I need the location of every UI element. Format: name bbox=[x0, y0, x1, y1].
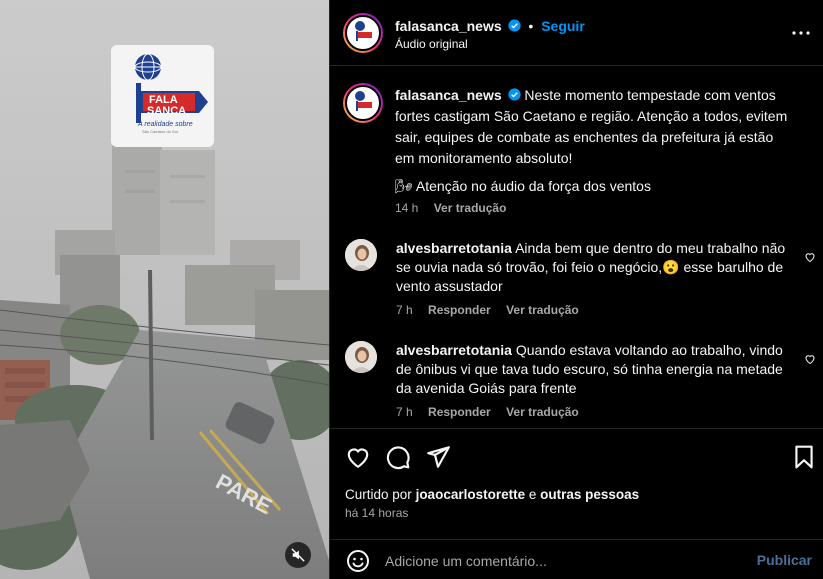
share-icon[interactable] bbox=[425, 444, 451, 470]
caption-translate-button[interactable]: Ver tradução bbox=[434, 201, 507, 215]
comment-text-block: alvesbarretotania Quando estava voltando… bbox=[396, 341, 786, 398]
comment-input[interactable] bbox=[385, 549, 745, 573]
commenter-username[interactable]: alvesbarretotania bbox=[396, 240, 512, 256]
more-options-icon bbox=[792, 31, 810, 35]
follow-button[interactable]: Seguir bbox=[541, 18, 585, 34]
likes-summary: Curtido por joaocarlostorette e outras p… bbox=[345, 487, 639, 502]
mute-toggle-button[interactable] bbox=[285, 542, 311, 568]
post-video[interactable]: PARE FALA SANCA A realidade sobre São Ca… bbox=[0, 0, 329, 579]
comment-icon[interactable] bbox=[385, 444, 411, 470]
svg-text:SANCA: SANCA bbox=[147, 105, 186, 117]
author-avatar[interactable] bbox=[343, 13, 383, 53]
caption-username[interactable]: falasanca_news bbox=[395, 87, 502, 103]
verified-badge-icon bbox=[507, 19, 521, 32]
comment-meta: 7 h Responder Ver tradução bbox=[396, 303, 579, 317]
wind-emoji-icon: 🌬 bbox=[395, 178, 413, 194]
heart-icon[interactable] bbox=[345, 444, 371, 470]
commenter-avatar[interactable] bbox=[345, 341, 377, 373]
svg-text:A realidade sobre: A realidade sobre bbox=[137, 121, 193, 128]
commenter-avatar[interactable] bbox=[345, 239, 377, 271]
publish-button[interactable]: Publicar bbox=[757, 552, 812, 568]
bookmark-icon[interactable] bbox=[791, 444, 817, 470]
reply-button[interactable]: Responder bbox=[428, 405, 491, 419]
caption-extra-line: 🌬 Atenção no áudio da força dos ventos bbox=[395, 177, 795, 195]
separator-dot: • bbox=[528, 18, 534, 34]
comment-text-block: alvesbarretotania Ainda bem que dentro d… bbox=[396, 239, 786, 296]
author-username[interactable]: falasanca_news bbox=[395, 18, 502, 34]
likes-conjunction: e bbox=[528, 487, 537, 502]
emoji-icon[interactable] bbox=[346, 549, 370, 573]
comment-meta: 7 h Responder Ver tradução bbox=[396, 405, 579, 419]
commenter-username[interactable]: alvesbarretotania bbox=[396, 342, 512, 358]
post-timestamp[interactable]: há 14 horas bbox=[345, 506, 408, 520]
original-audio-link[interactable]: Áudio original bbox=[395, 37, 468, 51]
liker-username[interactable]: joaocarlostorette bbox=[416, 487, 526, 502]
reply-button[interactable]: Responder bbox=[428, 303, 491, 317]
comment-time[interactable]: 7 h bbox=[396, 303, 413, 317]
comment-translate-button[interactable]: Ver tradução bbox=[506, 405, 579, 419]
svg-text:São Caetano do Sul: São Caetano do Sul bbox=[142, 129, 178, 134]
caption-meta: 14 h Ver tradução bbox=[395, 201, 506, 215]
post-header: falasanca_news • Seguir Áudio original bbox=[330, 0, 823, 66]
comment-like-heart-icon[interactable] bbox=[804, 353, 816, 365]
likes-prefix: Curtido por bbox=[345, 487, 412, 502]
caption-time[interactable]: 14 h bbox=[395, 201, 418, 215]
caption-text-block: falasanca_news Neste momento tempestade … bbox=[395, 85, 795, 169]
comment-like-heart-icon[interactable] bbox=[804, 251, 816, 263]
muted-speaker-icon bbox=[291, 548, 305, 562]
comment-composer: Publicar bbox=[330, 539, 823, 579]
header-user-line: falasanca_news • Seguir bbox=[395, 18, 585, 34]
post-details-panel: falasanca_news • Seguir Áudio original f… bbox=[329, 0, 823, 579]
post-actions: Curtido por joaocarlostorette e outras p… bbox=[330, 428, 823, 579]
comment-time[interactable]: 7 h bbox=[396, 405, 413, 419]
caption-avatar[interactable] bbox=[343, 83, 383, 123]
fala-sanca-logo: FALA SANCA A realidade sobre São Caetano… bbox=[111, 45, 214, 147]
more-options-button[interactable] bbox=[792, 24, 810, 42]
other-likers-link[interactable]: outras pessoas bbox=[540, 487, 639, 502]
comment-translate-button[interactable]: Ver tradução bbox=[506, 303, 579, 317]
verified-badge-icon bbox=[507, 88, 521, 101]
caption-extra-text: Atenção no áudio da força dos ventos bbox=[415, 178, 651, 194]
